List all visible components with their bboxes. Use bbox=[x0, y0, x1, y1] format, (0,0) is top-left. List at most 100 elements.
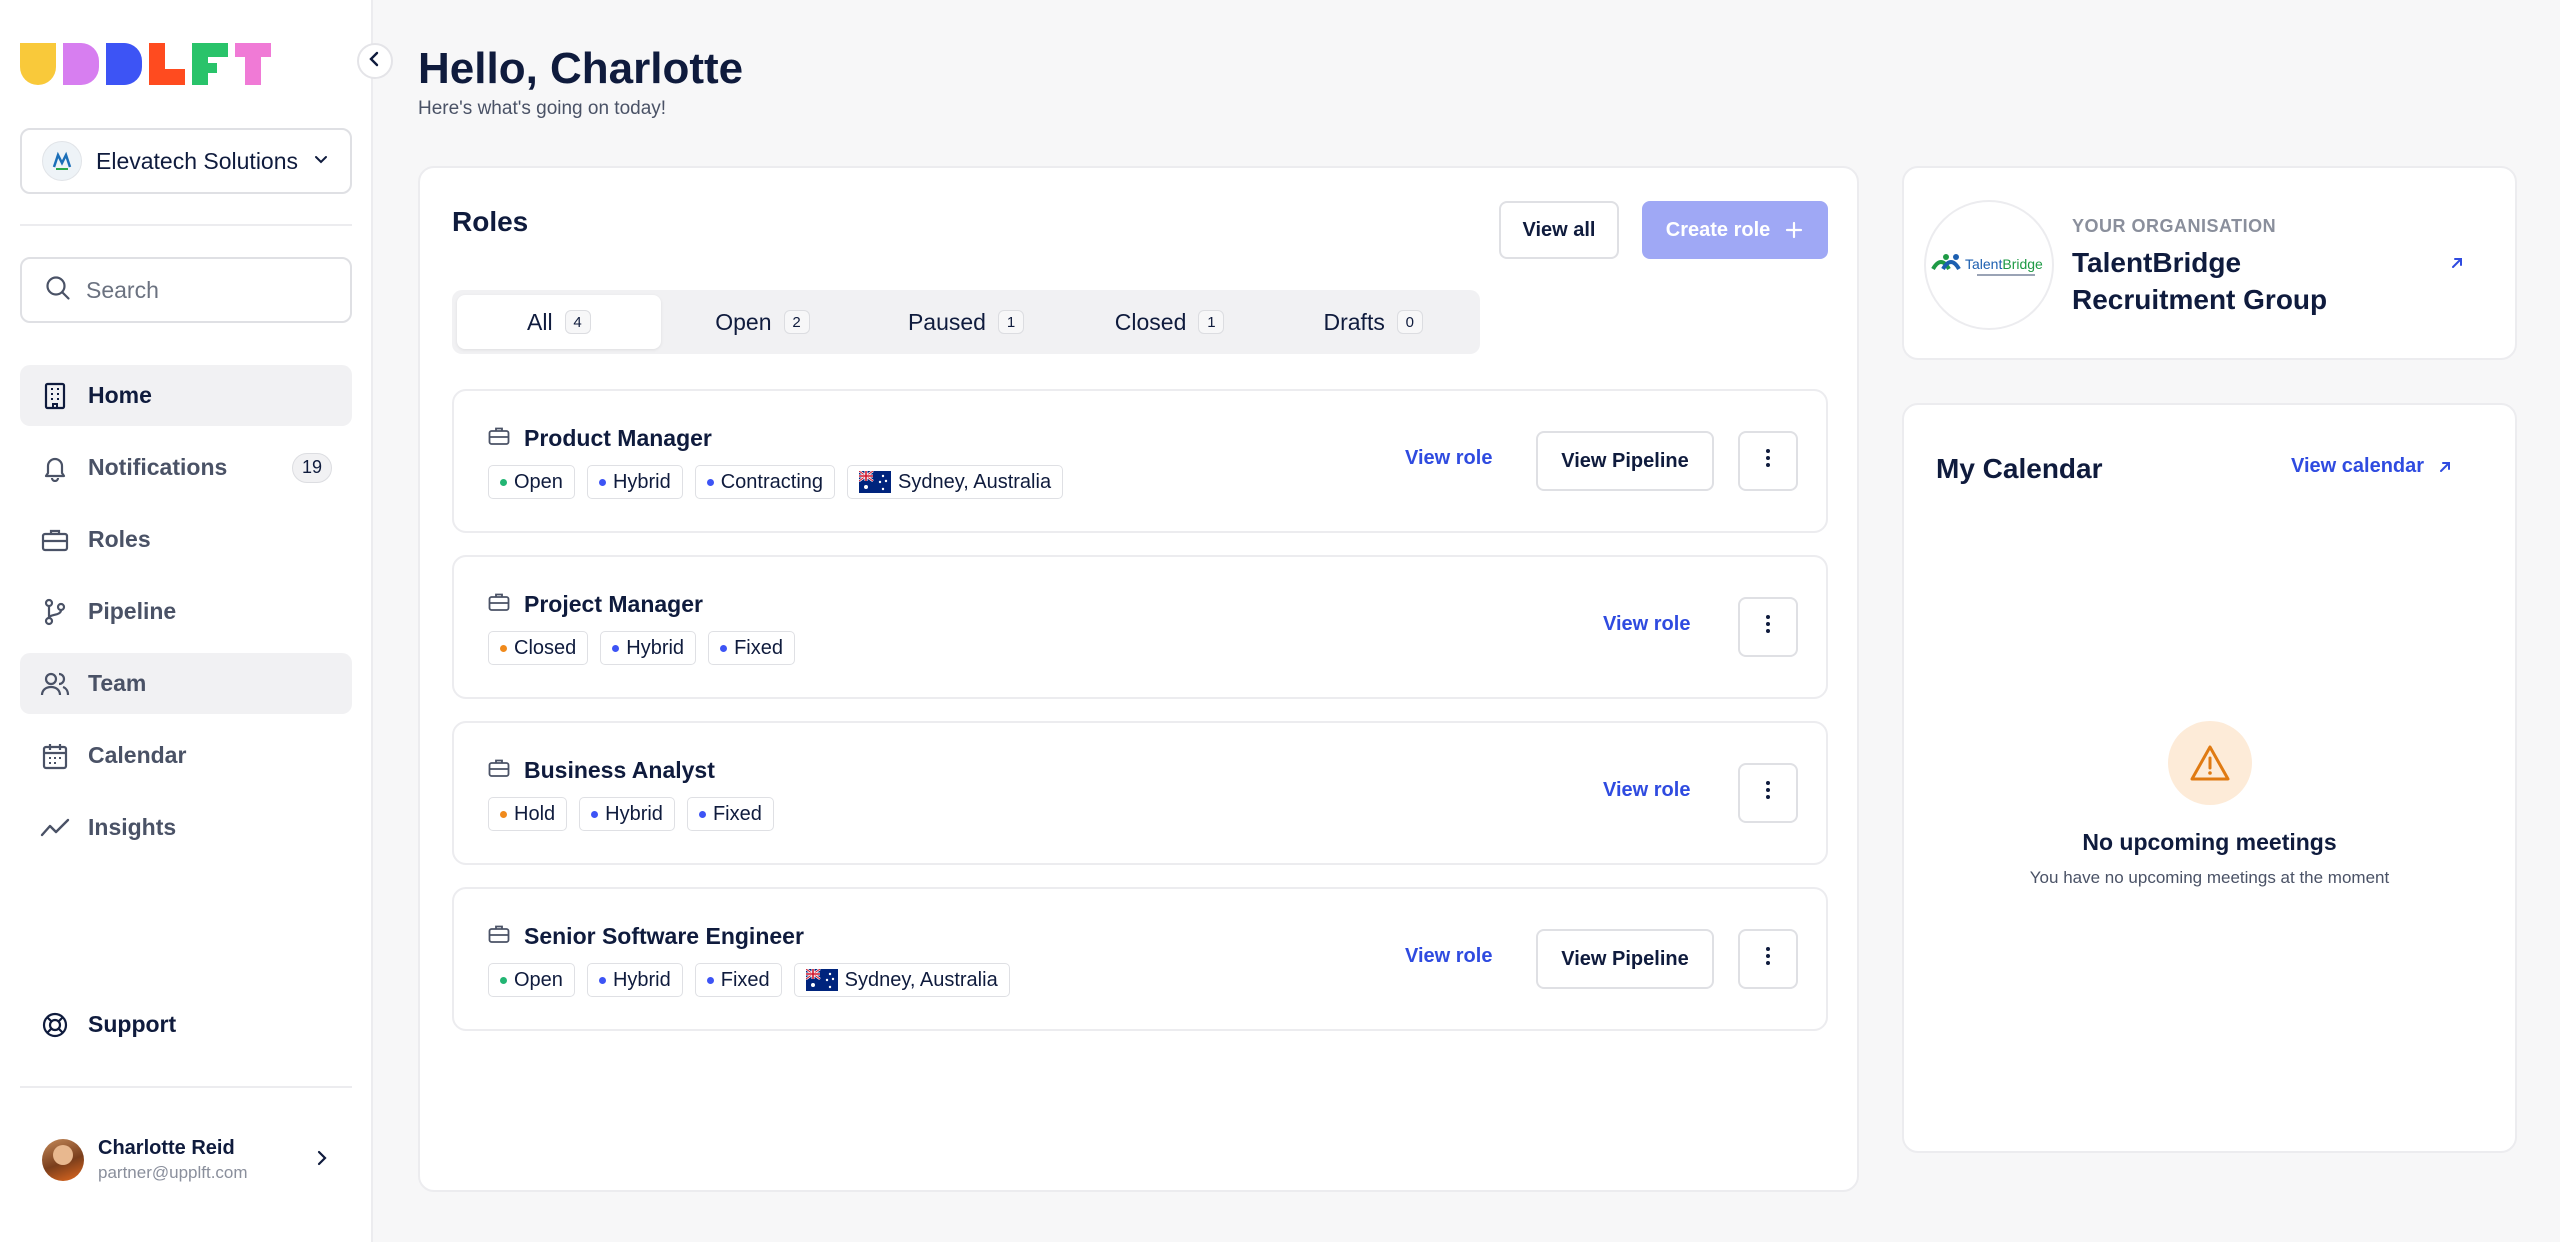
sidebar-item-label: Team bbox=[88, 670, 147, 696]
sidebar-item-calendar[interactable]: Calendar bbox=[20, 725, 352, 786]
tab-count: 2 bbox=[783, 310, 810, 334]
organisation-card[interactable]: TalentBridge YOUR ORGANISATION TalentBri… bbox=[1902, 166, 2517, 360]
more-options-button[interactable] bbox=[1738, 763, 1798, 823]
sidebar-item-roles[interactable]: Roles bbox=[20, 509, 352, 570]
tab-all[interactable]: All 4 bbox=[457, 295, 661, 349]
sidebar-divider bbox=[20, 224, 352, 226]
status-badge: Hold bbox=[488, 797, 568, 831]
chevron-down-icon bbox=[312, 150, 330, 173]
sidebar-item-pipeline[interactable]: Pipeline bbox=[20, 581, 352, 642]
chip-label: Sydney, Australia bbox=[844, 968, 998, 991]
sidebar-item-label: Pipeline bbox=[88, 598, 177, 624]
chip-dot bbox=[706, 478, 714, 486]
status-dot bbox=[500, 478, 507, 486]
more-options-button[interactable] bbox=[1738, 597, 1798, 657]
view-role-link[interactable]: View role bbox=[1603, 613, 1690, 636]
support-link[interactable]: Support bbox=[20, 994, 352, 1055]
roles-filter-tabs: All 4 Open 2 Paused 1 Closed 1 Drafts 0 bbox=[452, 290, 1480, 354]
sidebar-item-label: Insights bbox=[88, 814, 177, 840]
sidebar-item-home[interactable]: Home bbox=[20, 365, 352, 426]
view-pipeline-button[interactable]: View Pipeline bbox=[1536, 929, 1714, 989]
user-profile-menu[interactable]: Charlotte Reid partner@upplft.com bbox=[20, 1130, 352, 1190]
organisation-select[interactable]: Elevatech Solutions bbox=[20, 128, 352, 194]
chip-label: Contracting bbox=[720, 470, 824, 493]
chip-label: Sydney, Australia bbox=[898, 470, 1052, 493]
view-role-link[interactable]: View role bbox=[1405, 447, 1492, 470]
australia-flag-icon bbox=[859, 471, 892, 493]
organisation-select-label: Elevatech Solutions bbox=[96, 147, 299, 174]
page-subtitle: Here's what's going on today! bbox=[418, 98, 667, 119]
create-role-button[interactable]: Create role bbox=[1642, 201, 1828, 259]
view-pipeline-button[interactable]: View Pipeline bbox=[1536, 431, 1714, 491]
sidebar-item-label: Calendar bbox=[88, 742, 187, 768]
tab-closed[interactable]: Closed 1 bbox=[1068, 295, 1272, 349]
tab-paused[interactable]: Paused 1 bbox=[864, 295, 1068, 349]
view-role-link[interactable]: View role bbox=[1603, 779, 1690, 802]
view-all-roles-button[interactable]: View all bbox=[1499, 201, 1619, 259]
role-card[interactable]: Senior Software Engineer Open Hybrid Fix… bbox=[452, 887, 1828, 1031]
search-icon bbox=[44, 274, 72, 307]
logo-letter-f bbox=[192, 43, 228, 85]
view-pipeline-label: View Pipeline bbox=[1561, 449, 1689, 472]
bell-icon bbox=[40, 453, 70, 483]
role-title: Product Manager bbox=[524, 425, 712, 451]
role-card[interactable]: Project Manager Closed Hybrid Fixed View… bbox=[452, 555, 1828, 699]
status-dot bbox=[500, 644, 507, 652]
sidebar-item-notifications[interactable]: Notifications 19 bbox=[20, 437, 352, 498]
tab-label: Closed bbox=[1114, 308, 1187, 335]
tab-count: 1 bbox=[1198, 310, 1225, 334]
collapse-sidebar-button[interactable] bbox=[357, 43, 393, 79]
chip-label: Closed bbox=[514, 636, 577, 659]
status-badge: Open bbox=[488, 963, 575, 997]
chip-label: Hybrid bbox=[612, 968, 671, 991]
user-name: Charlotte Reid bbox=[98, 1137, 235, 1159]
sidebar-item-team[interactable]: Team bbox=[20, 653, 352, 714]
role-card[interactable]: Product Manager Open Hybrid Contracting … bbox=[452, 389, 1828, 533]
calendar-icon bbox=[40, 741, 70, 771]
role-card[interactable]: Business Analyst Hold Hybrid Fixed View … bbox=[452, 721, 1828, 865]
chevron-left-icon bbox=[368, 51, 382, 72]
work-mode-badge: Hybrid bbox=[586, 465, 683, 499]
tab-drafts[interactable]: Drafts 0 bbox=[1271, 295, 1475, 349]
australia-flag-icon bbox=[805, 969, 838, 991]
briefcase-icon bbox=[488, 758, 510, 783]
briefcase-icon bbox=[488, 426, 510, 451]
location-badge: Sydney, Australia bbox=[847, 465, 1064, 499]
tab-count: 4 bbox=[564, 310, 591, 334]
search-input[interactable] bbox=[86, 276, 326, 304]
view-calendar-link[interactable]: View calendar bbox=[2291, 455, 2454, 478]
branch-icon bbox=[40, 597, 70, 627]
arrow-up-right-icon[interactable] bbox=[2448, 254, 2466, 277]
create-role-label: Create role bbox=[1665, 218, 1771, 241]
chip-dot bbox=[612, 644, 620, 652]
notification-count-badge: 19 bbox=[292, 452, 332, 483]
user-info: Charlotte Reid partner@upplft.com bbox=[98, 1137, 314, 1183]
calendar-title: My Calendar bbox=[1936, 453, 2103, 484]
roles-panel: Roles View all Create role All 4 Open 2 … bbox=[418, 166, 1859, 1192]
user-email: partner@upplft.com bbox=[98, 1163, 248, 1182]
chevron-right-icon bbox=[314, 1149, 330, 1172]
briefcase-icon bbox=[40, 525, 70, 555]
upplft-logo[interactable] bbox=[20, 43, 278, 85]
view-role-link[interactable]: View role bbox=[1405, 945, 1492, 968]
logo-letter-t bbox=[235, 43, 271, 85]
arrow-up-right-icon bbox=[2436, 458, 2454, 476]
logo-letter-l bbox=[149, 43, 185, 85]
tab-label: All bbox=[527, 308, 553, 335]
avatar bbox=[42, 1139, 84, 1181]
tab-open[interactable]: Open 2 bbox=[661, 295, 865, 349]
role-title: Business Analyst bbox=[524, 757, 715, 783]
more-options-button[interactable] bbox=[1738, 929, 1798, 989]
sidebar-item-insights[interactable]: Insights bbox=[20, 797, 352, 858]
more-options-button[interactable] bbox=[1738, 431, 1798, 491]
empty-state-title: No upcoming meetings bbox=[2082, 829, 2337, 855]
chip-label: Fixed bbox=[720, 968, 770, 991]
chip-dot bbox=[698, 810, 706, 818]
contract-type-badge: Fixed bbox=[708, 631, 795, 665]
search-box[interactable] bbox=[20, 257, 352, 323]
status-dot bbox=[500, 976, 507, 984]
trend-icon bbox=[40, 813, 70, 843]
chip-label: Hold bbox=[514, 802, 556, 825]
contract-type-badge: Fixed bbox=[694, 963, 782, 997]
tab-label: Drafts bbox=[1323, 308, 1385, 335]
